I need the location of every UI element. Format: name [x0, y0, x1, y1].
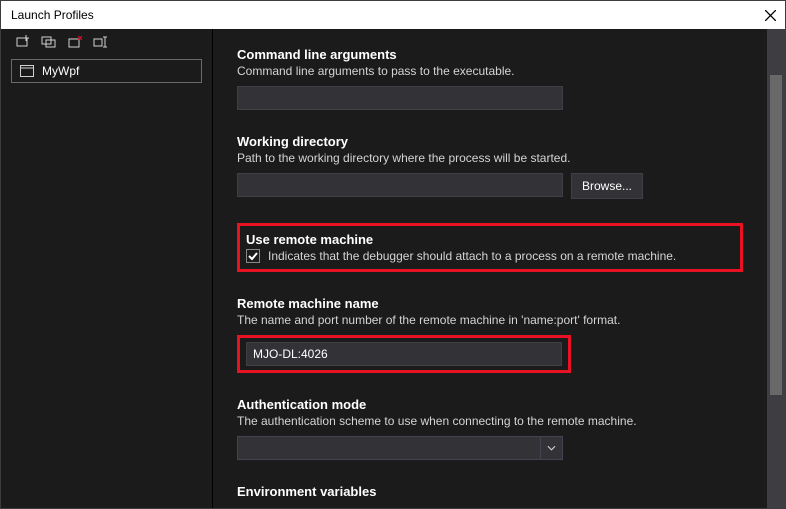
section-working-directory: Working directory Path to the working di… — [237, 134, 743, 199]
window-title: Launch Profiles — [11, 8, 94, 22]
profile-item-mywpf[interactable]: MyWpf — [11, 59, 202, 83]
section-title: Working directory — [237, 134, 743, 149]
close-icon — [765, 10, 776, 21]
rename-profile-button[interactable] — [93, 34, 109, 50]
section-authentication-mode: Authentication mode The authentication s… — [237, 397, 743, 460]
command-line-args-input[interactable] — [237, 86, 563, 110]
section-title: Authentication mode — [237, 397, 743, 412]
section-desc: The authentication scheme to use when co… — [237, 414, 743, 428]
settings-panel: Command line arguments Command line argu… — [213, 29, 767, 508]
delete-profile-button[interactable] — [67, 34, 83, 50]
scrollbar[interactable] — [767, 29, 785, 508]
scrollbar-thumb[interactable] — [770, 75, 782, 395]
section-desc: The name and port number of the remote m… — [237, 313, 743, 327]
titlebar: Launch Profiles — [1, 1, 785, 29]
duplicate-icon — [41, 34, 57, 50]
rename-icon — [93, 34, 109, 50]
section-remote-machine-name: Remote machine name The name and port nu… — [237, 296, 743, 373]
sidebar-toolbar — [1, 29, 212, 55]
chevron-down-icon — [547, 445, 556, 451]
profile-list: MyWpf — [1, 55, 212, 87]
highlight-use-remote: Use remote machine Indicates that the de… — [237, 223, 743, 272]
section-title: Remote machine name — [237, 296, 743, 311]
dialog-body: MyWpf Command line arguments Command lin… — [1, 29, 785, 508]
browse-button[interactable]: Browse... — [571, 173, 643, 199]
select-dropdown-button[interactable] — [540, 437, 562, 459]
section-desc: Command line arguments to pass to the ex… — [237, 64, 743, 78]
app-icon — [20, 65, 34, 77]
new-profile-button[interactable] — [15, 34, 31, 50]
sidebar: MyWpf — [1, 29, 213, 508]
remote-machine-name-input[interactable] — [246, 342, 562, 366]
new-profile-icon — [15, 34, 31, 50]
authentication-mode-select[interactable] — [237, 436, 563, 460]
use-remote-checkbox[interactable] — [246, 249, 260, 263]
use-remote-label: Indicates that the debugger should attac… — [268, 249, 676, 263]
profile-item-label: MyWpf — [42, 64, 79, 78]
working-directory-input[interactable] — [237, 173, 563, 197]
section-title: Environment variables — [237, 484, 743, 499]
delete-icon — [67, 34, 83, 50]
section-use-remote: Use remote machine Indicates that the de… — [237, 223, 743, 272]
section-environment-variables: Environment variables — [237, 484, 743, 499]
section-title: Use remote machine — [246, 232, 734, 247]
section-desc: Path to the working directory where the … — [237, 151, 743, 165]
section-title: Command line arguments — [237, 47, 743, 62]
launch-profiles-dialog: Launch Profiles — [0, 0, 786, 509]
close-button[interactable] — [761, 6, 779, 24]
highlight-remote-name — [237, 335, 571, 373]
duplicate-profile-button[interactable] — [41, 34, 57, 50]
content-area: Command line arguments Command line argu… — [213, 29, 785, 508]
check-icon — [248, 251, 258, 261]
section-command-line-args: Command line arguments Command line argu… — [237, 47, 743, 110]
